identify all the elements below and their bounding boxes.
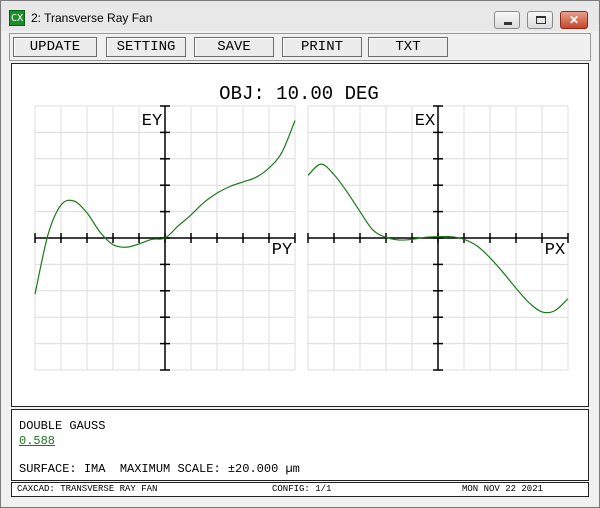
window-title: 2: Transverse Ray Fan: [31, 11, 153, 25]
ray-fan-canvas: OBJ: 10.00 DEG EY PY EX PX: [11, 63, 589, 407]
maximize-icon: [536, 16, 546, 24]
py-axis-label: PY: [272, 241, 292, 260]
ey-axis-label: EY: [142, 112, 162, 131]
px-plot: [307, 105, 569, 371]
close-icon: ✕: [568, 13, 580, 27]
update-button[interactable]: UPDATE: [13, 37, 97, 57]
plot-title: OBJ: 10.00 DEG: [219, 83, 379, 105]
info-panel: DOUBLE GAUSS 0.588 SURFACE: IMA MAXIMUM …: [11, 409, 589, 481]
txt-button[interactable]: TXT: [368, 37, 448, 57]
status-config: CONFIG: 1/1: [272, 484, 332, 494]
close-button[interactable]: ✕: [560, 11, 588, 29]
scale-value: ±20.000 µm: [227, 462, 300, 476]
print-button[interactable]: PRINT: [282, 37, 362, 57]
app-window: CX 2: Transverse Ray Fan ✕ UPDATE SETTIN…: [0, 0, 600, 508]
status-date: MON NOV 22 2021: [462, 484, 544, 494]
value-link[interactable]: 0.588: [19, 434, 55, 448]
toolbar: UPDATE SETTING SAVE PRINT TXT: [9, 33, 591, 61]
py-plot: [34, 105, 296, 371]
save-button[interactable]: SAVE: [194, 37, 274, 57]
minimize-button[interactable]: [494, 11, 520, 29]
lens-name: DOUBLE GAUSS: [19, 419, 106, 433]
px-axis-label: PX: [545, 241, 565, 260]
ex-axis-label: EX: [415, 112, 435, 131]
status-bar: CAXCAD: TRANSVERSE RAY FAN CONFIG: 1/1 M…: [11, 482, 589, 497]
ray-fan-plot: OBJ: 10.00 DEG EY PY EX PX: [34, 83, 569, 371]
app-icon: CX: [9, 10, 25, 26]
status-left: CAXCAD: TRANSVERSE RAY FAN: [17, 484, 158, 494]
maximize-button[interactable]: [527, 11, 553, 29]
surface-line: SURFACE: IMA MAXIMUM SCALE: ±20.000 µm: [19, 462, 300, 476]
scale-label: MAXIMUM SCALE:: [119, 462, 221, 476]
surface-label: SURFACE:: [19, 462, 77, 476]
title-bar[interactable]: CX 2: Transverse Ray Fan ✕: [1, 1, 599, 31]
setting-button[interactable]: SETTING: [106, 37, 186, 57]
minimize-icon: [504, 22, 512, 25]
surface-value: IMA: [83, 462, 106, 476]
